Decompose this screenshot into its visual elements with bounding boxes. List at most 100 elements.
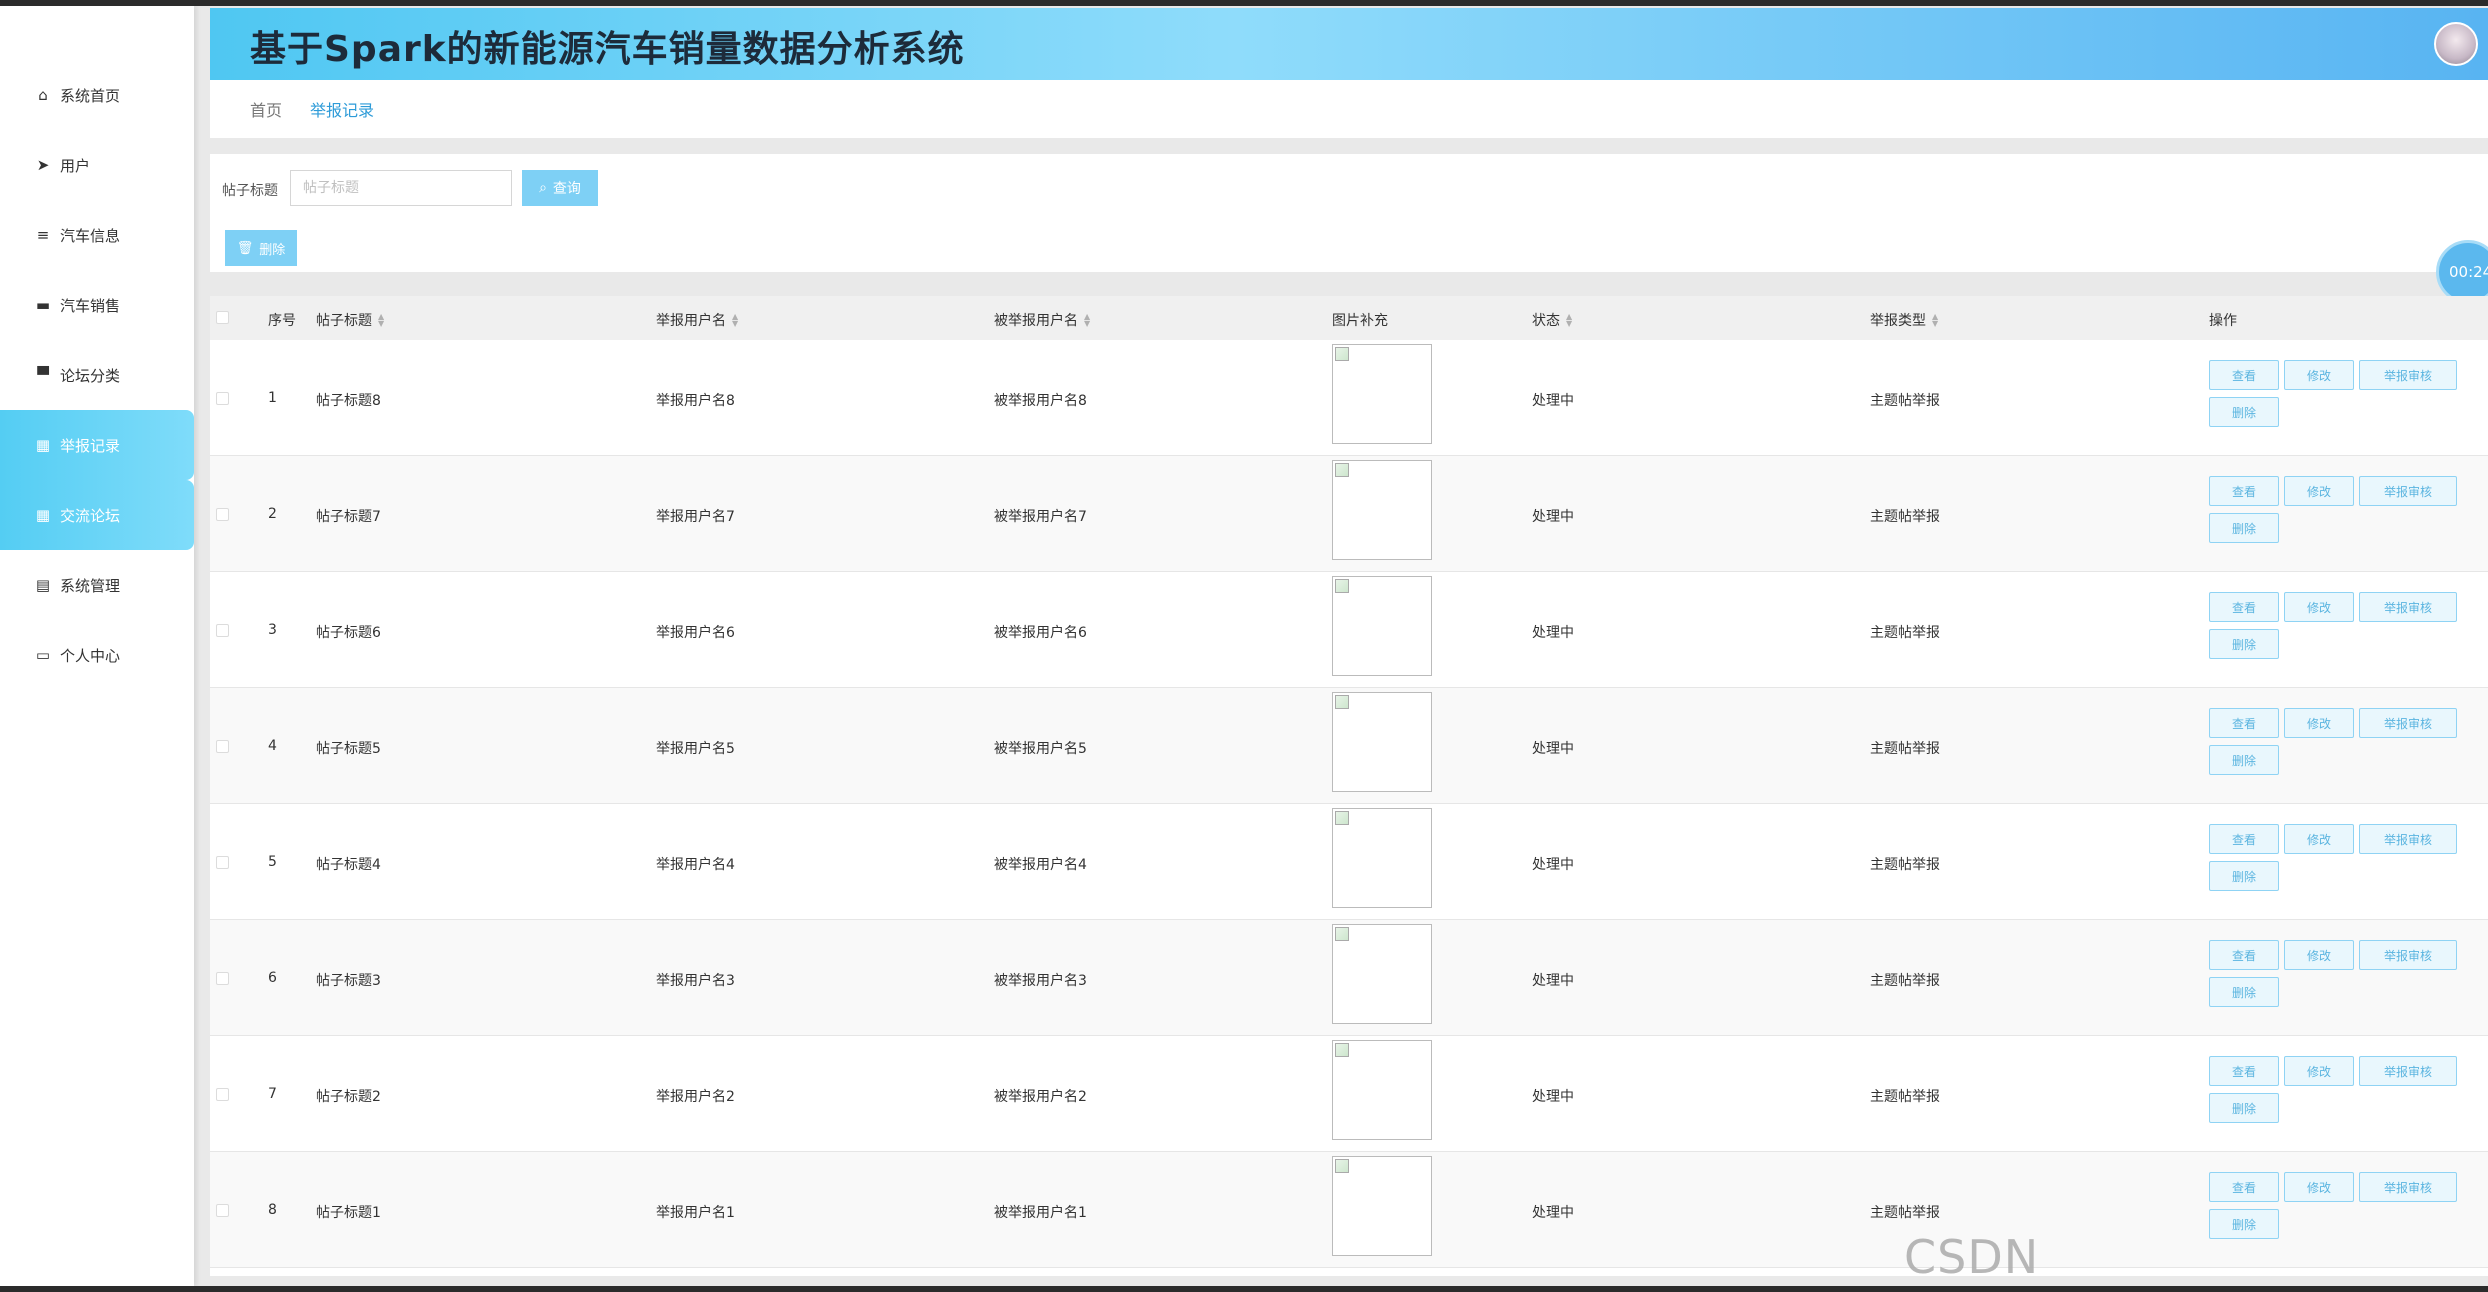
table-row[interactable]: 1 帖子标题8 举报用户名8 被举报用户名8 处理中 主题帖举报 查看 修改 举… — [210, 340, 2488, 456]
breadcrumb-home[interactable]: 首页 — [250, 97, 282, 121]
cell-title: 帖子标题1 — [316, 1205, 381, 1221]
edit-button[interactable]: 修改 — [2284, 708, 2354, 738]
column-header-reporter[interactable]: 举报用户名 ▲ ▼ — [656, 310, 738, 330]
edit-button[interactable]: 修改 — [2284, 824, 2354, 854]
sort-icon[interactable]: ▲ ▼ — [1084, 313, 1090, 328]
image-thumbnail[interactable] — [1332, 576, 1432, 676]
sort-icon[interactable]: ▲ ▼ — [378, 313, 384, 328]
broken-image-icon — [1335, 811, 1349, 825]
monitor-icon: ▀ — [37, 366, 49, 384]
query-button[interactable]: ⌕ 查询 — [522, 170, 598, 206]
view-button[interactable]: 查看 — [2209, 1172, 2279, 1202]
column-header-title[interactable]: 帖子标题 ▲ ▼ — [316, 310, 384, 330]
sidebar-item-system-management[interactable]: ▤ 系统管理 — [0, 550, 194, 620]
table-row[interactable]: 3 帖子标题6 举报用户名6 被举报用户名6 处理中 主题帖举报 查看 修改 举… — [210, 572, 2488, 688]
sidebar-item-car-sales[interactable]: ▬ 汽车销售 — [0, 270, 194, 340]
sidebar-item-home[interactable]: ⌂ 系统首页 — [0, 60, 194, 130]
sidebar-item-report-records[interactable]: ▦ 举报记录 — [0, 410, 194, 480]
sort-icon[interactable]: ▲ ▼ — [1566, 313, 1572, 328]
image-thumbnail[interactable] — [1332, 924, 1432, 1024]
edit-button[interactable]: 修改 — [2284, 360, 2354, 390]
delete-button[interactable]: 删除 — [2209, 1093, 2279, 1123]
select-all-checkbox[interactable] — [216, 311, 229, 324]
sidebar-item-label: 系统管理 — [60, 576, 121, 595]
cell-type: 主题帖举报 — [1870, 1089, 1940, 1105]
row-checkbox[interactable] — [216, 856, 229, 869]
image-thumbnail[interactable] — [1332, 1156, 1432, 1256]
sidebar-item-label: 举报记录 — [60, 436, 121, 455]
search-input[interactable] — [290, 170, 512, 206]
view-button[interactable]: 查看 — [2209, 824, 2279, 854]
delete-button[interactable]: 删除 — [2209, 397, 2279, 427]
row-checkbox[interactable] — [216, 508, 229, 521]
sidebar-item-forum[interactable]: ▦ 交流论坛 — [0, 480, 194, 550]
table-row[interactable]: 2 帖子标题7 举报用户名7 被举报用户名7 处理中 主题帖举报 查看 修改 举… — [210, 456, 2488, 572]
view-button[interactable]: 查看 — [2209, 1056, 2279, 1086]
cell-reporter: 举报用户名1 — [656, 1205, 735, 1221]
view-button[interactable]: 查看 — [2209, 708, 2279, 738]
table-row[interactable]: 6 帖子标题3 举报用户名3 被举报用户名3 处理中 主题帖举报 查看 修改 举… — [210, 920, 2488, 1036]
view-button[interactable]: 查看 — [2209, 360, 2279, 390]
cell-no: 6 — [268, 970, 277, 986]
review-button[interactable]: 举报审核 — [2359, 1056, 2457, 1086]
sidebar-item-label: 系统首页 — [60, 86, 121, 105]
view-button[interactable]: 查看 — [2209, 476, 2279, 506]
column-header-reported[interactable]: 被举报用户名 ▲ ▼ — [994, 310, 1090, 330]
column-header-type[interactable]: 举报类型 ▲ ▼ — [1870, 310, 1938, 330]
column-header-status[interactable]: 状态 ▲ ▼ — [1532, 310, 1572, 330]
batch-delete-button[interactable]: 🗑 删除 — [225, 230, 297, 266]
edit-button[interactable]: 修改 — [2284, 592, 2354, 622]
sidebar-item-forum-category[interactable]: ▀ 论坛分类 — [0, 340, 194, 410]
table-row[interactable]: 4 帖子标题5 举报用户名5 被举报用户名5 处理中 主题帖举报 查看 修改 举… — [210, 688, 2488, 804]
image-thumbnail[interactable] — [1332, 692, 1432, 792]
row-checkbox[interactable] — [216, 1088, 229, 1101]
review-button[interactable]: 举报审核 — [2359, 708, 2457, 738]
cell-title: 帖子标题6 — [316, 625, 381, 641]
view-button[interactable]: 查看 — [2209, 940, 2279, 970]
delete-button[interactable]: 删除 — [2209, 861, 2279, 891]
sidebar-item-personal-center[interactable]: ▭ 个人中心 — [0, 620, 194, 690]
sort-icon[interactable]: ▲ ▼ — [1932, 313, 1938, 328]
image-thumbnail[interactable] — [1332, 808, 1432, 908]
edit-button[interactable]: 修改 — [2284, 1172, 2354, 1202]
view-button[interactable]: 查看 — [2209, 592, 2279, 622]
cell-reported: 被举报用户名1 — [994, 1205, 1087, 1221]
table-row[interactable]: 7 帖子标题2 举报用户名2 被举报用户名2 处理中 主题帖举报 查看 修改 举… — [210, 1036, 2488, 1152]
delete-button[interactable]: 删除 — [2209, 745, 2279, 775]
cell-reported: 被举报用户名4 — [994, 857, 1087, 873]
sort-icon[interactable]: ▲ ▼ — [732, 313, 738, 328]
broken-image-icon — [1335, 579, 1349, 593]
image-thumbnail[interactable] — [1332, 460, 1432, 560]
sidebar-item-users[interactable]: ➤ 用户 — [0, 130, 194, 200]
list-icon: ≡ — [36, 226, 50, 244]
review-button[interactable]: 举报审核 — [2359, 360, 2457, 390]
sidebar-item-car-info[interactable]: ≡ 汽车信息 — [0, 200, 194, 270]
search-label: 帖子标题 — [222, 183, 278, 199]
sidebar-item-label: 用户 — [60, 156, 91, 175]
delete-button[interactable]: 删除 — [2209, 513, 2279, 543]
image-thumbnail[interactable] — [1332, 344, 1432, 444]
review-button[interactable]: 举报审核 — [2359, 1172, 2457, 1202]
cell-reporter: 举报用户名2 — [656, 1089, 735, 1105]
delete-button[interactable]: 删除 — [2209, 977, 2279, 1007]
table-row[interactable]: 5 帖子标题4 举报用户名4 被举报用户名4 处理中 主题帖举报 查看 修改 举… — [210, 804, 2488, 920]
review-button[interactable]: 举报审核 — [2359, 824, 2457, 854]
cell-status: 处理中 — [1532, 1205, 1574, 1221]
cell-type: 主题帖举报 — [1870, 625, 1940, 641]
review-button[interactable]: 举报审核 — [2359, 940, 2457, 970]
edit-button[interactable]: 修改 — [2284, 940, 2354, 970]
review-button[interactable]: 举报审核 — [2359, 592, 2457, 622]
row-checkbox[interactable] — [216, 1204, 229, 1217]
report-table: 序号 帖子标题 ▲ ▼ 举报用户名 ▲ ▼ 被举报用户名 ▲ ▼ 图片补充 状态 ▲ ▼ 举报类… — [210, 296, 2488, 1276]
delete-button[interactable]: 删除 — [2209, 629, 2279, 659]
row-checkbox[interactable] — [216, 740, 229, 753]
edit-button[interactable]: 修改 — [2284, 476, 2354, 506]
sidebar-item-label: 个人中心 — [60, 646, 121, 665]
row-checkbox[interactable] — [216, 624, 229, 637]
review-button[interactable]: 举报审核 — [2359, 476, 2457, 506]
image-thumbnail[interactable] — [1332, 1040, 1432, 1140]
row-checkbox[interactable] — [216, 392, 229, 405]
avatar[interactable] — [2434, 22, 2478, 66]
edit-button[interactable]: 修改 — [2284, 1056, 2354, 1086]
row-checkbox[interactable] — [216, 972, 229, 985]
